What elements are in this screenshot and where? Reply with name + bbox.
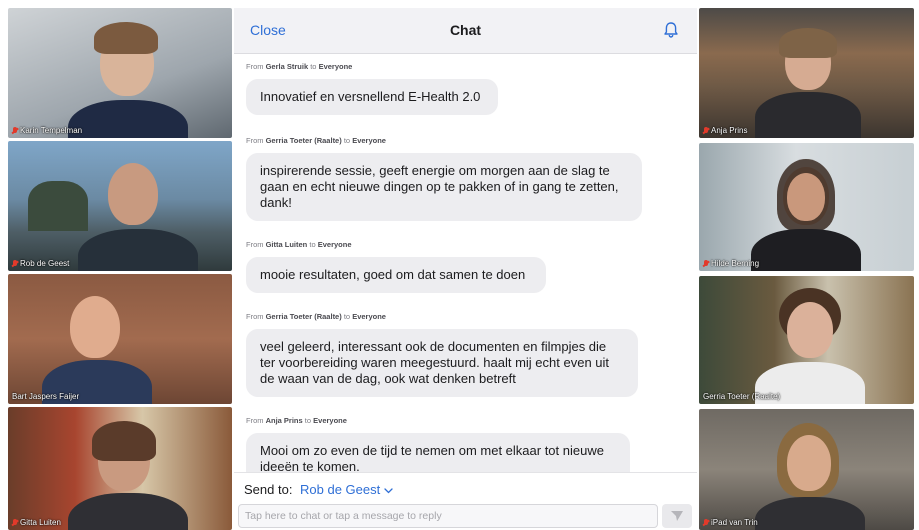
send-icon bbox=[671, 511, 683, 521]
participant-video bbox=[108, 163, 158, 225]
participant-name: Rob de Geest bbox=[12, 259, 69, 268]
video-tile-bart-jaspers-faijer[interactable]: Bart Jaspers Faijer bbox=[8, 274, 232, 404]
send-button[interactable] bbox=[662, 504, 692, 528]
message-bubble[interactable]: Innovatief en versnellend E-Health 2.0 bbox=[246, 79, 498, 115]
send-to-select[interactable]: Rob de Geest bbox=[300, 482, 393, 497]
send-to-row: Send to: Rob de Geest bbox=[234, 472, 697, 504]
message-bubble[interactable]: mooie resultaten, goed om dat samen te d… bbox=[246, 257, 546, 293]
chat-message[interactable]: From Gerria Toeter (Raalte) to Everyone … bbox=[246, 136, 642, 221]
participant-video bbox=[787, 302, 833, 358]
message-list[interactable]: From Gerla Struik to Everyone Innovatief… bbox=[234, 54, 697, 472]
video-tile-rob-de-geest[interactable]: Rob de Geest bbox=[8, 141, 232, 271]
chat-title: Chat bbox=[449, 22, 482, 38]
chat-header: Close Chat bbox=[234, 8, 697, 54]
video-tile-gerria-toeter[interactable]: Gerria Toeter (Raalte) bbox=[699, 276, 914, 404]
send-to-label: Send to: bbox=[244, 482, 293, 497]
participant-video bbox=[787, 435, 831, 491]
message-sender-line: From Gitta Luiten to Everyone bbox=[246, 240, 352, 249]
mic-muted-icon bbox=[703, 126, 709, 135]
video-tile-anja-prins[interactable]: Anja Prins bbox=[699, 8, 914, 138]
participant-name: Anja Prins bbox=[703, 126, 747, 135]
mic-muted-icon bbox=[703, 259, 709, 268]
video-tile-hilde-berning[interactable]: Hilde Berning bbox=[699, 143, 914, 271]
message-sender-line: From Anja Prins to Everyone bbox=[246, 416, 347, 425]
participant-name: Bart Jaspers Faijer bbox=[12, 392, 80, 401]
participant-name: Gitta Luiten bbox=[12, 518, 61, 527]
mic-muted-icon bbox=[12, 259, 18, 268]
chat-input[interactable] bbox=[238, 504, 658, 528]
participant-name: Karin Tempelman bbox=[12, 126, 82, 135]
video-tile-karin-tempelman[interactable]: Karin Tempelman bbox=[8, 8, 232, 138]
mic-muted-icon bbox=[12, 518, 18, 527]
chat-message[interactable]: From Gitta Luiten to Everyone mooie resu… bbox=[246, 240, 546, 293]
video-tile-ipad-van-trin[interactable]: iPad van Trin bbox=[699, 409, 914, 530]
message-bubble[interactable]: veel geleerd, interessant ook de documen… bbox=[246, 329, 638, 397]
bell-icon[interactable] bbox=[663, 21, 679, 39]
message-sender-line: From Gerria Toeter (Raalte) to Everyone bbox=[246, 312, 386, 321]
participant-video bbox=[70, 296, 120, 358]
send-to-value: Rob de Geest bbox=[300, 482, 381, 497]
message-sender-line: From Gerria Toeter (Raalte) to Everyone bbox=[246, 136, 386, 145]
chat-panel: Close Chat From Gerla Struik to Everyone… bbox=[234, 8, 697, 530]
participant-name: Gerria Toeter (Raalte) bbox=[703, 392, 781, 401]
chat-message[interactable]: From Gerria Toeter (Raalte) to Everyone … bbox=[246, 312, 638, 397]
chat-input-row bbox=[234, 504, 697, 530]
chevron-down-icon bbox=[384, 482, 393, 497]
mic-muted-icon bbox=[703, 518, 709, 527]
chat-message[interactable]: From Gerla Struik to Everyone Innovatief… bbox=[246, 62, 498, 115]
message-bubble[interactable]: inspirerende sessie, geeft energie om mo… bbox=[246, 153, 642, 221]
message-bubble[interactable]: Mooi om zo even de tijd te nemen om met … bbox=[246, 433, 630, 472]
message-sender-line: From Gerla Struik to Everyone bbox=[246, 62, 353, 71]
mic-muted-icon bbox=[12, 126, 18, 135]
video-tile-gitta-luiten[interactable]: Gitta Luiten bbox=[8, 407, 232, 530]
chat-message[interactable]: From Anja Prins to Everyone Mooi om zo e… bbox=[246, 416, 630, 472]
participant-name: iPad van Trin bbox=[703, 518, 758, 527]
participant-name: Hilde Berning bbox=[703, 259, 759, 268]
